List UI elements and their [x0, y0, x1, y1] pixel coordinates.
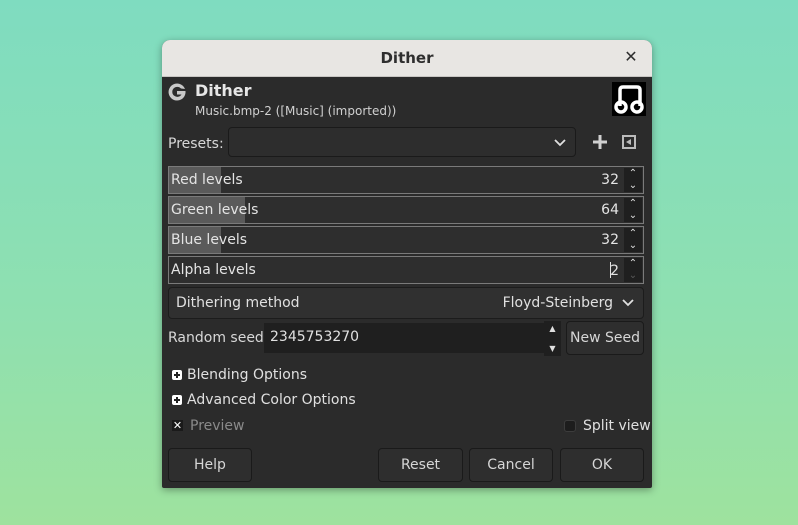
spinscale-value[interactable]: 32: [601, 232, 619, 248]
checkbox-unchecked-icon[interactable]: [564, 420, 576, 432]
ok-button[interactable]: OK: [560, 448, 644, 482]
expander-label: Blending Options: [187, 367, 307, 383]
triangle-up-icon[interactable]: ▲: [544, 324, 561, 333]
dithering-method-label: Dithering method: [176, 295, 300, 311]
dither-dialog: Dither ✕ Dither Music.bmp-2 ([Music] (im…: [162, 40, 652, 488]
spinscale-label: Blue levels: [171, 232, 248, 248]
preview-label: Preview: [190, 418, 245, 434]
red-levels-spinscale[interactable]: Red levels 32 ⌃ ⌄: [168, 166, 644, 194]
random-seed-input[interactable]: 2345753270: [264, 323, 544, 353]
green-levels-spinscale[interactable]: Green levels 64 ⌃ ⌄: [168, 196, 644, 224]
chevron-up-icon[interactable]: ⌃: [624, 228, 642, 240]
chevron-down-icon: [554, 139, 566, 147]
new-seed-button[interactable]: New Seed: [566, 321, 644, 355]
spinscale-label: Green levels: [171, 202, 259, 218]
spinscale-label: Red levels: [171, 172, 243, 188]
window-title: Dither: [380, 49, 434, 67]
reset-button[interactable]: Reset: [378, 448, 463, 482]
spin-buttons[interactable]: ⌃ ⌄: [624, 168, 642, 192]
chevron-down-icon: [622, 299, 634, 307]
presets-label: Presets:: [168, 136, 224, 152]
chevron-down-icon[interactable]: ⌄: [624, 210, 642, 222]
help-button[interactable]: Help: [168, 448, 252, 482]
chevron-up-icon[interactable]: ⌃: [624, 258, 642, 270]
spinscale-value[interactable]: 2: [610, 262, 619, 279]
chevron-up-icon[interactable]: ⌃: [624, 198, 642, 210]
chevron-down-icon[interactable]: ⌄: [624, 180, 642, 192]
blue-levels-spinscale[interactable]: Blue levels 32 ⌃ ⌄: [168, 226, 644, 254]
split-view-label: Split view: [583, 418, 651, 434]
spinscale-value[interactable]: 32: [601, 172, 619, 188]
chevron-down-icon[interactable]: ⌄: [624, 240, 642, 252]
checkbox-checked-icon[interactable]: ✕: [172, 420, 183, 431]
music-note-icon: [612, 82, 646, 116]
close-icon[interactable]: ✕: [622, 48, 640, 66]
cancel-button[interactable]: Cancel: [469, 448, 553, 482]
triangle-down-icon[interactable]: ▼: [544, 344, 561, 353]
presets-combo[interactable]: [228, 127, 576, 157]
expand-plus-icon: [172, 395, 182, 405]
expander-label: Advanced Color Options: [187, 392, 356, 408]
title-bar[interactable]: Dither ✕: [162, 40, 652, 77]
spinscale-value[interactable]: 64: [601, 202, 619, 218]
seed-spin-buttons[interactable]: ▲ ▼: [544, 321, 561, 356]
dithering-method-combo[interactable]: Dithering method Floyd-Steinberg: [168, 287, 644, 319]
dialog-header: Dither Music.bmp-2 ([Music] (imported)): [162, 77, 652, 125]
menu-triangle-icon[interactable]: [622, 135, 636, 149]
chevron-down-icon: ⌄: [628, 270, 638, 281]
plus-icon[interactable]: [591, 133, 609, 151]
gimp-logo-icon: [168, 83, 186, 101]
spin-buttons[interactable]: ⌃ ⌄: [624, 258, 642, 282]
random-seed-value: 2345753270: [270, 329, 360, 345]
random-seed-label: Random seed: [168, 330, 264, 346]
spin-buttons[interactable]: ⌃ ⌄: [624, 198, 642, 222]
dithering-method-value: Floyd-Steinberg: [502, 295, 613, 311]
spin-buttons[interactable]: ⌃ ⌄: [624, 228, 642, 252]
image-name: Music.bmp-2 ([Music] (imported)): [195, 104, 397, 118]
spinscale-label: Alpha levels: [171, 262, 256, 278]
chevron-up-icon[interactable]: ⌃: [624, 168, 642, 180]
alpha-value-text: 2: [610, 263, 619, 279]
header-title: Dither: [195, 81, 252, 100]
expand-plus-icon: [172, 370, 182, 380]
alpha-levels-spinscale[interactable]: Alpha levels 2 ⌃ ⌄: [168, 256, 644, 284]
